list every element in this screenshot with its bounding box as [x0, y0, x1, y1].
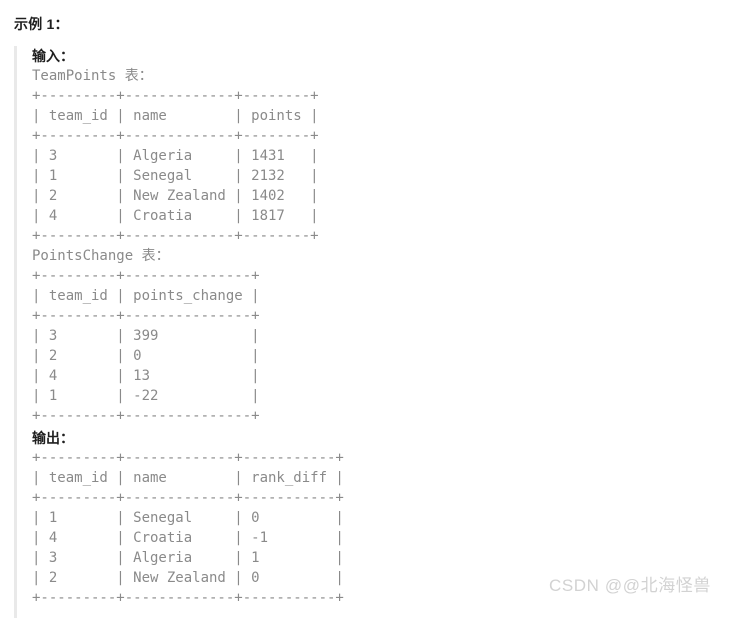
page-root: 示例 1： 输入： TeamPoints 表： +---------+-----… [0, 0, 729, 618]
teampoints-row: | 2 | New Zealand | 1402 | [32, 188, 319, 204]
output-row: | 1 | Senegal | 0 | [32, 510, 344, 526]
example-content: 输入： TeamPoints 表： +---------+-----------… [32, 46, 722, 608]
teampoints-line: +---------+-------------+--------+ [32, 228, 319, 244]
page-title: 示例 1： [14, 16, 69, 32]
output-line: +---------+-------------+-----------+ [32, 450, 344, 466]
teampoints-row: | 1 | Senegal | 2132 | [32, 168, 319, 184]
output-row: | 3 | Algeria | 1 | [32, 550, 344, 566]
pointschange-line: +---------+---------------+ [32, 408, 260, 424]
pointschange-row: | 3 | 399 | [32, 328, 260, 344]
output-line: +---------+-------------+-----------+ [32, 490, 344, 506]
teampoints-line: +---------+-------------+--------+ [32, 88, 319, 104]
pointschange-caption: PointsChange 表： [32, 248, 170, 264]
example-quote-block: 输入： TeamPoints 表： +---------+-----------… [14, 46, 729, 618]
pointschange-line: +---------+---------------+ [32, 308, 260, 324]
teampoints-row: | 3 | Algeria | 1431 | [32, 148, 319, 164]
teampoints-header-row: | team_id | name | points | [32, 108, 319, 124]
output-row: | 4 | Croatia | -1 | [32, 530, 344, 546]
teampoints-row: | 4 | Croatia | 1817 | [32, 208, 319, 224]
pointschange-row: | 1 | -22 | [32, 388, 260, 404]
output-header-row: | team_id | name | rank_diff | [32, 470, 344, 486]
pointschange-row: | 4 | 13 | [32, 368, 260, 384]
pointschange-header-row: | team_id | points_change | [32, 288, 260, 304]
csdn-watermark: CSDN @@北海怪兽 [548, 576, 711, 595]
input-label: 输入： [32, 48, 74, 64]
output-label: 输出： [32, 430, 74, 446]
pointschange-row: | 2 | 0 | [32, 348, 260, 364]
teampoints-caption: TeamPoints 表： [32, 68, 153, 84]
teampoints-line: +---------+-------------+--------+ [32, 128, 319, 144]
pointschange-line: +---------+---------------+ [32, 268, 260, 284]
